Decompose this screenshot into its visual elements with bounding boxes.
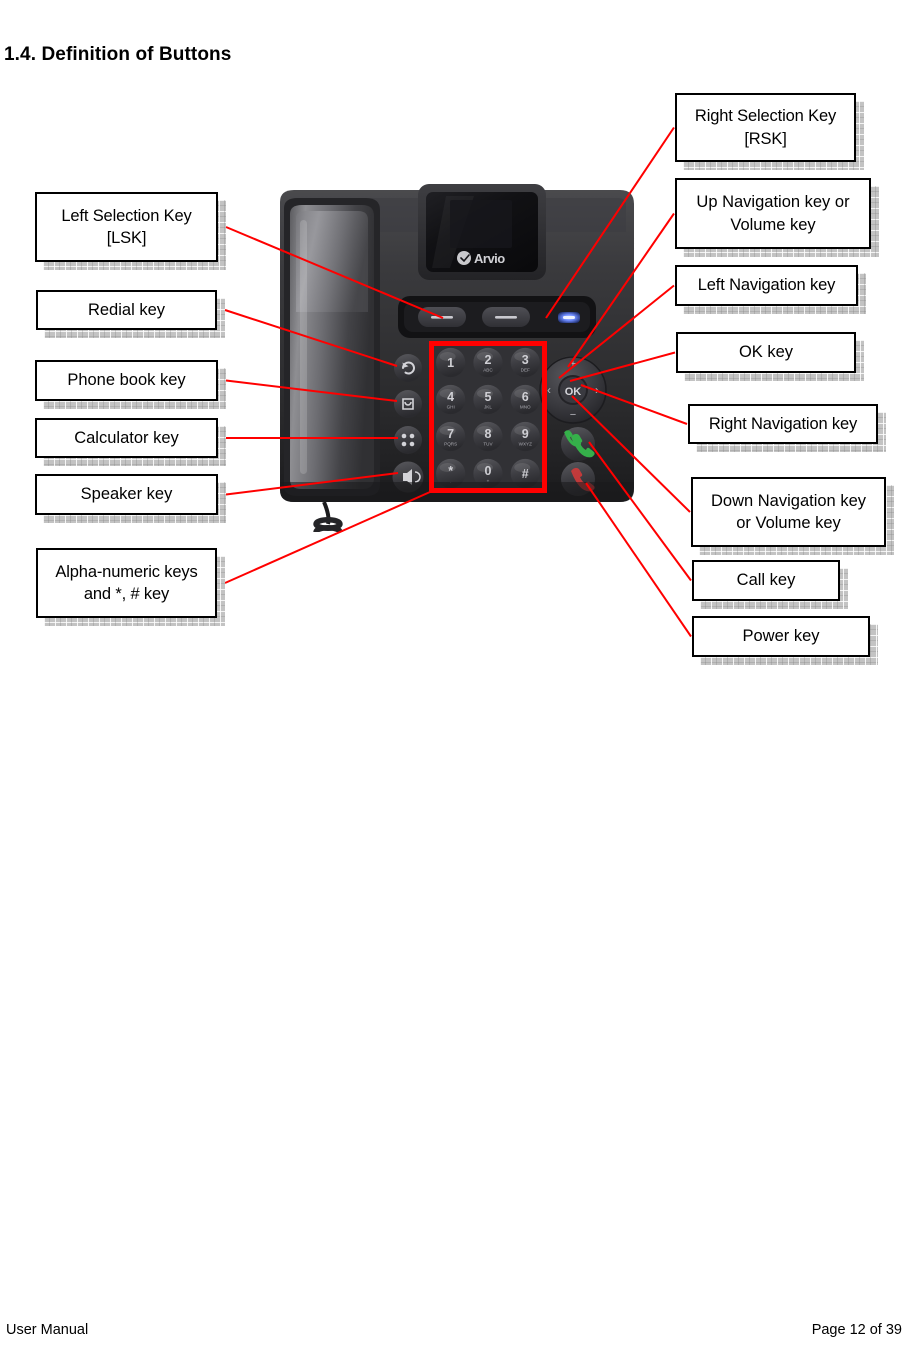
footer-document-label: User Manual: [6, 1322, 89, 1338]
callout-label-right-navigation-key: Right Navigation key: [708, 414, 858, 433]
callout-right-selection-key: Right Selection Key [RSK]: [675, 93, 864, 170]
svg-text:−: −: [570, 409, 576, 421]
led-indicator: [558, 312, 580, 323]
redial-key-button: [394, 354, 422, 382]
handset-cord: [313, 501, 343, 532]
callout-box: Left Navigation key: [675, 265, 858, 306]
calculator-key-button: [394, 426, 422, 454]
callout-calculator-key: Calculator key: [35, 418, 226, 466]
callout-box: Down Navigation key or Volume key: [691, 477, 886, 547]
callout-label-power-key: Power key: [742, 627, 820, 646]
left-selection-key: [418, 307, 466, 327]
callout-label-ok-key: OK key: [738, 343, 794, 362]
brand-logo: Arvio: [457, 251, 506, 266]
phone-book-key-button: [394, 390, 422, 418]
callout-label-left-selection-key: Left Selection Key [LSK]: [61, 206, 192, 247]
callout-box: Alpha-numeric keys and *, # key: [36, 548, 217, 618]
right-selection-key: [482, 307, 530, 327]
callout-label-down-navigation-key: Down Navigation key or Volume key: [711, 491, 866, 532]
callout-phone-book-key: Phone book key: [35, 360, 226, 409]
page-footer: User Manual Page 12 of 39: [0, 1322, 908, 1346]
callout-label-right-selection-key: Right Selection Key [RSK]: [694, 107, 837, 148]
callout-power-key: Power key: [692, 616, 878, 665]
soft-key-bar: [398, 296, 596, 338]
svg-text:›: ›: [595, 383, 599, 397]
svg-text:‹: ‹: [547, 383, 551, 397]
callout-box: Phone book key: [35, 360, 218, 401]
svg-text:+: +: [570, 358, 576, 370]
navigation-pad: OK + − ‹ ›: [539, 356, 607, 424]
callout-label-phone-book-key: Phone book key: [67, 371, 186, 390]
callout-alpha-numeric-keys: Alpha-numeric keys and *, # key: [36, 548, 225, 626]
callout-ok-key: OK key: [676, 332, 864, 381]
callout-down-navigation-key: Down Navigation key or Volume key: [691, 477, 894, 555]
callout-box: Calculator key: [35, 418, 218, 458]
callout-box: Right Navigation key: [688, 404, 878, 444]
callout-box: Redial key: [36, 290, 217, 330]
callout-up-navigation-key: Up Navigation key or Volume key: [675, 178, 879, 257]
callout-left-selection-key: Left Selection Key [LSK]: [35, 192, 226, 270]
callout-box: Right Selection Key [RSK]: [675, 93, 856, 162]
callout-box: Left Selection Key [LSK]: [35, 192, 218, 262]
callout-right-navigation-key: Right Navigation key: [688, 404, 886, 452]
callout-speaker-key: Speaker key: [35, 474, 226, 523]
keypad-highlight-box: [429, 341, 547, 493]
svg-text:OK: OK: [565, 386, 582, 398]
callout-box: Power key: [692, 616, 870, 657]
callout-box: Call key: [692, 560, 840, 601]
callout-box: OK key: [676, 332, 856, 373]
callout-label-left-navigation-key: Left Navigation key: [697, 276, 836, 295]
callout-label-redial-key: Redial key: [87, 300, 166, 319]
callout-label-call-key: Call key: [736, 571, 796, 590]
callout-box: Up Navigation key or Volume key: [675, 178, 871, 249]
footer-page-number: Page 12 of 39: [811, 1322, 902, 1338]
callout-redial-key: Redial key: [36, 290, 225, 338]
callout-label-alpha-numeric-keys: Alpha-numeric keys and *, # key: [55, 562, 198, 603]
svg-text:Arvio: Arvio: [474, 251, 505, 266]
callout-label-up-navigation-key: Up Navigation key or Volume key: [696, 193, 850, 234]
callout-label-speaker-key: Speaker key: [80, 485, 173, 504]
callout-call-key: Call key: [692, 560, 848, 609]
call-key-button: [561, 427, 595, 461]
callout-left-navigation-key: Left Navigation key: [675, 265, 866, 314]
handset: [284, 198, 380, 496]
lcd-screen: Arvio: [418, 184, 546, 280]
callout-box: Speaker key: [35, 474, 218, 515]
button-definition-figure: Arvio 1 2 ABC 3 DEF 4 GHI 5 JKL 6 MNO 7 …: [0, 0, 908, 700]
callout-label-calculator-key: Calculator key: [74, 428, 179, 447]
